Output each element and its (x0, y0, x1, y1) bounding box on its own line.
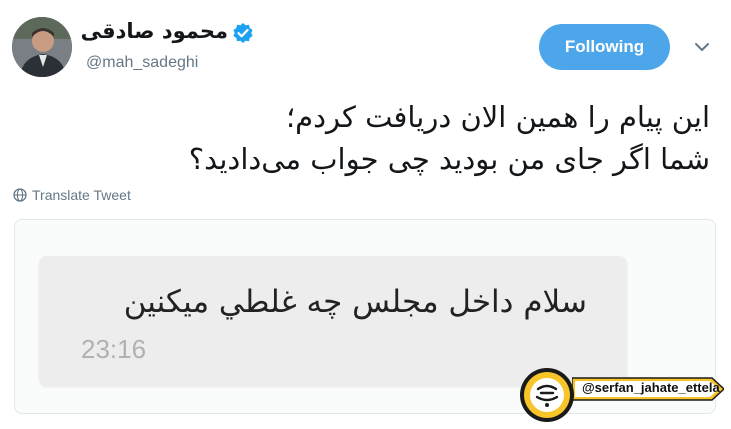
sms-message-text: سلام داخل مجلس چه غلطي ميكنين (123, 284, 587, 320)
translate-tweet-link[interactable]: Translate Tweet (13, 186, 131, 204)
author-display-name[interactable]: محمود صادقی (81, 18, 228, 44)
tweet-text-line: شما اگر جای من بودید چی جواب می‌دادید؟ (188, 142, 710, 176)
tweet-text-line: این پیام را همین الان دریافت کردم؛ (285, 100, 710, 134)
watermark-tag: @serfan_jahate_ettela (572, 376, 724, 402)
author-handle[interactable]: @mah_sadeghi (86, 52, 198, 74)
following-button[interactable]: Following (539, 24, 670, 70)
watermark-handle: @serfan_jahate_ettela (582, 380, 720, 395)
chevron-down-icon[interactable] (690, 38, 714, 56)
translate-tweet-label: Translate Tweet (32, 187, 131, 203)
avatar[interactable] (12, 17, 72, 77)
verified-badge-icon (232, 22, 254, 44)
sms-message-time: 23:16 (81, 334, 147, 364)
globe-icon (13, 188, 27, 202)
watermark-logo (519, 367, 575, 423)
avatar-image (12, 17, 72, 77)
tweet-text: این پیام را همین الان دریافت کردم؛ شما ا… (20, 96, 710, 180)
